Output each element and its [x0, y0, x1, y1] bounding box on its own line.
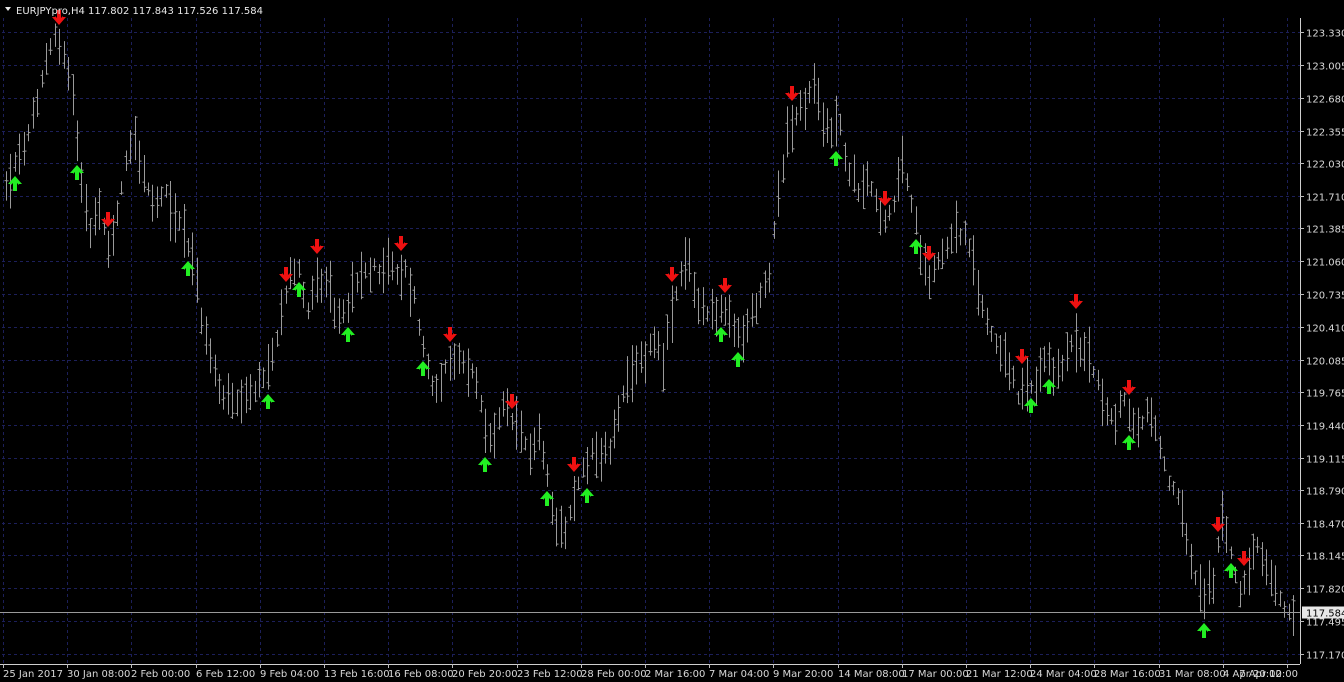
price-tag-value: 117.584: [1306, 609, 1344, 620]
x-tick-label: 9 Feb 04:00: [260, 669, 319, 680]
y-tick-label: 123.005: [1306, 62, 1344, 73]
x-tick-label: 7 Apr 12:00: [1239, 669, 1298, 680]
x-tick-label: 28 Mar 16:00: [1094, 669, 1161, 680]
y-tick-label: 121.060: [1306, 258, 1344, 269]
x-tick-label: 16 Feb 08:00: [388, 669, 454, 680]
y-tick-label: 118.790: [1306, 487, 1344, 498]
x-tick-label: 24 Mar 04:00: [1030, 669, 1097, 680]
y-tick-label: 122.680: [1306, 95, 1344, 106]
y-tick-label: 120.410: [1306, 324, 1344, 335]
x-tick-label: 21 Mar 12:00: [966, 669, 1033, 680]
chart-header[interactable]: EURJPYpro,H4 117.802 117.843 117.526 117…: [5, 6, 263, 17]
x-tick-label: 28 Feb 00:00: [581, 669, 647, 680]
y-tick-label: 117.820: [1306, 585, 1344, 596]
x-tick-label: 9 Mar 20:00: [773, 669, 833, 680]
y-tick-label: 119.765: [1306, 389, 1344, 400]
y-tick-label: 122.355: [1306, 128, 1344, 139]
y-tick-label: 118.145: [1306, 552, 1344, 563]
symbol-label: EURJPYpro,H4: [16, 6, 85, 17]
x-tick-label: 6 Feb 12:00: [196, 669, 255, 680]
price-chart[interactable]: 123.330 123.005 122.680 122.355 122.030 121.7…: [0, 0, 1344, 682]
y-tick-label: 121.710: [1306, 193, 1344, 204]
x-tick-label: 7 Mar 04:00: [709, 669, 769, 680]
y-tick-label: 121.385: [1306, 225, 1344, 236]
x-tick-label: 20 Feb 20:00: [452, 669, 518, 680]
x-tick-label: 2 Feb 00:00: [131, 669, 190, 680]
x-tick-label: 17 Mar 00:00: [902, 669, 969, 680]
x-tick-label: 2 Mar 16:00: [645, 669, 705, 680]
y-tick-label: 120.085: [1306, 357, 1344, 368]
x-tick-label: 23 Feb 12:00: [517, 669, 583, 680]
y-tick-label: 122.030: [1306, 160, 1344, 171]
y-tick-label: 118.470: [1306, 520, 1344, 531]
x-tick-label: 14 Mar 08:00: [838, 669, 905, 680]
y-tick-label: 123.330: [1306, 29, 1344, 40]
y-tick-label: 117.170: [1306, 651, 1344, 662]
y-tick-label: 119.440: [1306, 422, 1344, 433]
y-tick-label: 120.735: [1306, 291, 1344, 302]
x-tick-label: 30 Jan 08:00: [67, 669, 130, 680]
y-tick-label: 119.115: [1306, 455, 1344, 466]
x-tick-label: 13 Feb 16:00: [324, 669, 390, 680]
x-tick-label: 25 Jan 2017: [3, 669, 63, 680]
ohlc-values: 117.802 117.843 117.526 117.584: [88, 6, 263, 17]
x-tick-label: 31 Mar 08:00: [1159, 669, 1226, 680]
